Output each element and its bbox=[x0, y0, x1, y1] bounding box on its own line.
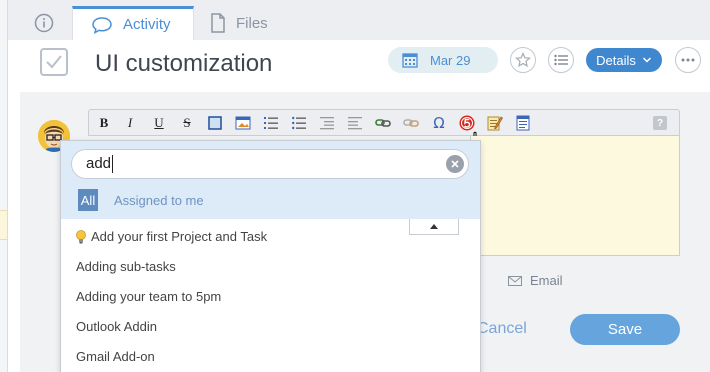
unlink-icon bbox=[403, 119, 419, 127]
special-character-button[interactable]: Ω bbox=[430, 114, 448, 132]
result-label: Adding sub-tasks bbox=[76, 259, 176, 274]
numbered-list-icon bbox=[264, 117, 278, 129]
comment-editor[interactable] bbox=[470, 136, 680, 256]
strikethrough-button[interactable]: S bbox=[178, 114, 196, 132]
list-item[interactable]: Add your first Project and Task bbox=[75, 229, 267, 244]
result-label: Gmail Add-on bbox=[76, 349, 155, 364]
outdent-icon bbox=[320, 117, 334, 130]
insert-5pm-link-button[interactable] bbox=[458, 114, 476, 132]
indent-icon bbox=[348, 117, 362, 130]
save-button[interactable]: Save bbox=[570, 314, 680, 345]
info-icon bbox=[34, 13, 54, 33]
complete-task-checkbox[interactable] bbox=[40, 48, 68, 76]
close-icon bbox=[451, 160, 459, 168]
help-button[interactable]: ? bbox=[653, 116, 667, 130]
due-date-button[interactable]: Mar 29 bbox=[388, 47, 498, 73]
collapse-toggle[interactable] bbox=[409, 219, 459, 235]
clear-search-button[interactable] bbox=[446, 155, 464, 173]
filter-assigned-tab[interactable]: Assigned to me bbox=[114, 193, 204, 208]
text-caret bbox=[112, 155, 114, 174]
details-label: Details bbox=[596, 52, 636, 68]
email-notify-option[interactable]: Email bbox=[508, 273, 563, 288]
checklist-button[interactable] bbox=[548, 47, 574, 73]
search-value: add bbox=[86, 155, 112, 172]
insert-link-button[interactable] bbox=[374, 114, 392, 132]
unlink-button[interactable] bbox=[402, 114, 420, 132]
file-icon bbox=[211, 13, 225, 33]
picker-header: add All Assigned to me bbox=[61, 141, 480, 219]
due-date-label: Mar 29 bbox=[430, 52, 471, 68]
tab-files[interactable]: Files bbox=[204, 6, 314, 40]
list-item[interactable]: Outlook Addin bbox=[76, 319, 157, 334]
tab-files-label: Files bbox=[236, 14, 268, 32]
speech-bubble-icon bbox=[92, 16, 112, 34]
list-icon bbox=[554, 54, 568, 66]
tab-bar: Activity Files bbox=[8, 0, 710, 40]
word-doc-icon bbox=[516, 115, 530, 131]
list-item[interactable]: Gmail Add-on bbox=[76, 349, 155, 364]
italic-button[interactable]: I bbox=[121, 114, 139, 132]
task-link-picker: add All Assigned to me Add your first Pr… bbox=[60, 140, 481, 372]
tab-info[interactable] bbox=[16, 6, 72, 40]
checkmark-icon bbox=[46, 55, 62, 69]
star-button[interactable] bbox=[510, 47, 536, 73]
list-item[interactable]: Adding sub-tasks bbox=[76, 259, 176, 274]
fullscreen-button[interactable] bbox=[206, 114, 224, 132]
link-icon bbox=[375, 119, 391, 127]
paste-from-word-button[interactable] bbox=[514, 114, 532, 132]
chevron-down-icon bbox=[642, 57, 651, 63]
selected-row-highlight bbox=[0, 210, 7, 240]
filter-all-tab[interactable]: All bbox=[78, 189, 98, 211]
more-options-button[interactable] bbox=[675, 47, 701, 73]
task-title[interactable]: UI customization bbox=[95, 50, 272, 78]
result-label: Outlook Addin bbox=[76, 319, 157, 334]
calendar-icon bbox=[402, 53, 418, 68]
editor-toolbar: B I U S Ω ? bbox=[88, 109, 680, 136]
tab-activity[interactable]: Activity bbox=[72, 6, 194, 40]
tab-activity-label: Activity bbox=[123, 16, 171, 33]
5pm-logo-icon bbox=[459, 115, 475, 131]
indent-button[interactable] bbox=[346, 114, 364, 132]
maximize-icon bbox=[208, 116, 222, 130]
underline-button[interactable]: U bbox=[150, 114, 168, 132]
picker-search-input[interactable]: add bbox=[71, 149, 469, 179]
cancel-button[interactable]: Cancel bbox=[477, 320, 527, 338]
edit-source-button[interactable] bbox=[486, 114, 504, 132]
envelope-icon bbox=[508, 275, 522, 286]
pencil-note-icon bbox=[487, 116, 503, 131]
details-dropdown-button[interactable]: Details bbox=[586, 48, 662, 72]
bullet-list-button[interactable] bbox=[290, 114, 308, 132]
numbered-list-button[interactable] bbox=[262, 114, 280, 132]
star-icon bbox=[515, 52, 531, 68]
outdent-button[interactable] bbox=[318, 114, 336, 132]
result-label: Add your first Project and Task bbox=[91, 229, 268, 244]
bullet-list-icon bbox=[292, 116, 306, 130]
more-dots-icon bbox=[681, 58, 695, 62]
lightbulb-icon bbox=[76, 229, 86, 243]
email-label: Email bbox=[530, 273, 563, 288]
result-label: Adding your team to 5pm bbox=[76, 289, 222, 304]
insert-image-button[interactable] bbox=[234, 114, 252, 132]
list-item[interactable]: Adding your team to 5pm bbox=[76, 289, 221, 304]
image-icon bbox=[235, 116, 251, 130]
chevron-up-icon bbox=[430, 224, 438, 229]
left-panel-edge bbox=[0, 0, 8, 372]
bold-button[interactable]: B bbox=[95, 114, 113, 132]
